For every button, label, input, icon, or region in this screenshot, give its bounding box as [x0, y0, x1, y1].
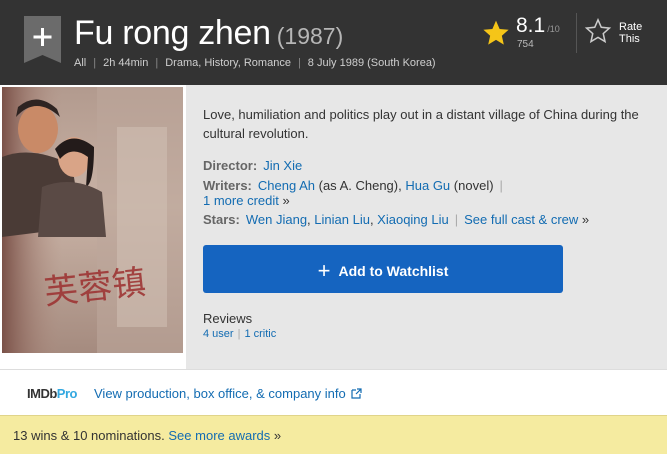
- title-overview: 芙蓉镇 Love, humiliation and politics play …: [0, 85, 667, 369]
- chevron-right-icon: »: [581, 212, 590, 227]
- imdbpro-link-label: View production, box office, & company i…: [94, 386, 346, 401]
- critic-reviews-link[interactable]: 1 critic: [244, 328, 276, 340]
- page-title: Fu rong zhen: [74, 14, 271, 52]
- star-link-xiaoqing-liu[interactable]: Xiaoqing Liu: [377, 212, 449, 227]
- star-icon: [482, 20, 510, 50]
- reviews-heading: Reviews: [203, 311, 253, 326]
- reviews-links: 4 user | 1 critic: [203, 328, 277, 340]
- director-credit: Director: Jin Xie: [203, 158, 302, 173]
- writer-note: (as A. Cheng),: [318, 178, 402, 193]
- title-subtext: All | 2h 44min | Drama, History, Romance | 8 J…: [74, 57, 436, 69]
- imdbpro-info-link[interactable]: View production, box office, & company i…: [94, 386, 362, 401]
- awards-text: 13 wins & 10 nominations.: [13, 428, 165, 443]
- writers-credit: Writers: Cheng Ah (as A. Cheng), Hua Gu (…: [203, 178, 503, 193]
- awards-bar: 13 wins & 10 nominations. See more award…: [0, 415, 667, 454]
- awards-summary: 13 wins & 10 nominations. See more award…: [13, 428, 281, 443]
- rating-count[interactable]: 754: [517, 39, 534, 50]
- release-date[interactable]: 8 July 1989 (South Korea): [308, 57, 436, 69]
- release-year[interactable]: (1987): [277, 23, 343, 49]
- watchlist-ribbon-icon[interactable]: [24, 16, 61, 63]
- plot-summary: Love, humiliation and politics play out …: [203, 107, 639, 141]
- full-cast-link[interactable]: See full cast & crew: [464, 212, 578, 227]
- director-link[interactable]: Jin Xie: [263, 158, 302, 173]
- rate-this-button[interactable]: Rate This: [584, 16, 664, 50]
- rate-this-label: Rate This: [619, 21, 643, 45]
- title-header: Fu rong zhen (1987) All | 2h 44min | Drama, H…: [0, 0, 667, 85]
- writer-link-cheng-ah[interactable]: Cheng Ah: [258, 178, 315, 193]
- director-label: Director:: [203, 158, 258, 173]
- writers-label: Writers:: [203, 178, 252, 193]
- rating-divider: [576, 13, 577, 53]
- add-to-watchlist-button[interactable]: + Add to Watchlist: [203, 245, 563, 293]
- see-more-awards-link[interactable]: See more awards: [168, 428, 270, 443]
- writer-note: (novel): [453, 178, 494, 193]
- poster-image[interactable]: 芙蓉镇: [2, 87, 183, 353]
- user-reviews-link[interactable]: 4 user: [203, 328, 234, 340]
- star-link-linian-liu[interactable]: Linian Liu: [314, 212, 370, 227]
- imdbpro-bar: IMDbPro View production, box office, & c…: [0, 369, 667, 415]
- title-block: Fu rong zhen (1987): [74, 14, 343, 53]
- plot-summary-panel: Love, humiliation and politics play out …: [186, 85, 667, 369]
- star-link-wen-jiang[interactable]: Wen Jiang: [246, 212, 307, 227]
- writer-link-hua-gu[interactable]: Hua Gu: [405, 178, 450, 193]
- star-outline-icon: [584, 17, 612, 48]
- more-credit-row: 1 more credit »: [203, 193, 290, 208]
- certificate: All: [74, 57, 87, 69]
- stars-label: Stars:: [203, 212, 240, 227]
- imdb-rating: 8.1/10 754: [482, 14, 572, 54]
- genres[interactable]: Drama, History, Romance: [165, 57, 291, 69]
- more-credit-link[interactable]: 1 more credit: [203, 193, 279, 208]
- plus-icon: +: [317, 258, 331, 283]
- stars-credit: Stars: Wen Jiang, Linian Liu, Xiaoqing Li…: [203, 212, 590, 227]
- watchlist-label: Add to Watchlist: [338, 263, 449, 279]
- imdbpro-logo[interactable]: IMDbPro: [27, 386, 77, 401]
- rating-value: 8.1/10: [516, 14, 560, 37]
- external-link-icon: [351, 387, 362, 402]
- runtime: 2h 44min: [103, 57, 149, 69]
- chevron-right-icon: »: [273, 428, 282, 443]
- chevron-right-icon: »: [282, 193, 290, 208]
